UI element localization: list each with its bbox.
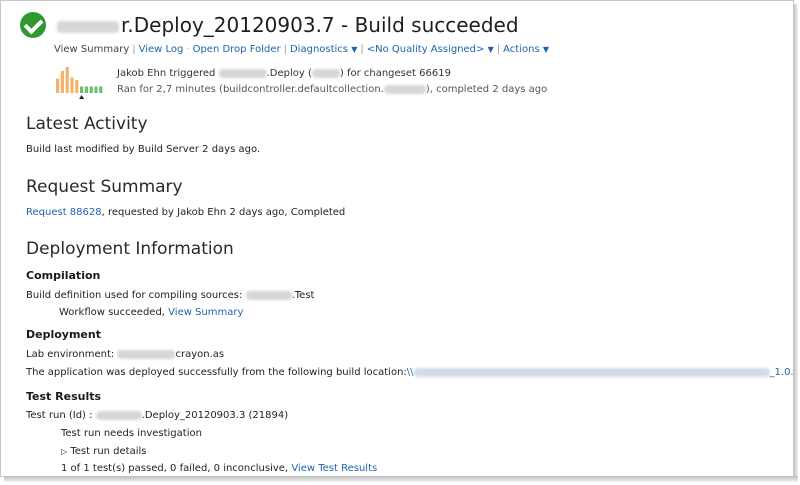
redacted-text <box>218 68 267 78</box>
deployment-status-text: The application was deployed successfull… <box>26 367 407 378</box>
test-run-details-label: Test run details <box>70 446 147 457</box>
view-summary-link[interactable]: View Summary <box>168 307 243 318</box>
diagnostics-menu[interactable]: Diagnostics <box>290 44 348 55</box>
build-title-text: r.Deploy_20120903.7 - Build succeeded <box>121 13 519 37</box>
build-definition-label: Build definition used for compiling sour… <box>26 290 243 301</box>
build-definition-value: .Test <box>291 290 315 301</box>
build-history-bar[interactable] <box>65 67 69 93</box>
build-history-bar[interactable] <box>75 80 79 93</box>
workflow-line: Workflow succeeded, View Summary <box>59 307 243 318</box>
build-history-bar[interactable] <box>84 86 88 94</box>
view-log-link[interactable]: View Log <box>139 44 184 55</box>
deployment-information-heading: Deployment Information <box>26 239 234 259</box>
build-succeeded-icon <box>20 12 46 38</box>
separator: | <box>283 44 287 55</box>
deployment-location-line: The application was deployed successfull… <box>26 367 793 378</box>
build-summary-window: r.Deploy_20120903.7 - Build succeeded Vi… <box>0 0 794 477</box>
lab-environment-value: crayon.as <box>175 349 225 360</box>
workflow-status: Workflow succeeded, <box>59 307 165 318</box>
chevron-down-icon[interactable]: ▼ <box>488 45 494 54</box>
redacted-text <box>413 367 770 377</box>
lab-environment-line: Lab environment: crayon.as <box>26 349 224 360</box>
lab-environment-label: Lab environment: <box>26 349 115 360</box>
build-history-bar[interactable] <box>56 78 60 93</box>
redacted-text <box>95 410 142 420</box>
expand-triangle-icon[interactable]: ▷ <box>61 447 67 456</box>
build-history-bar[interactable] <box>99 86 103 94</box>
build-history-bar[interactable] <box>70 77 74 93</box>
completed-text: ), completed 2 days ago <box>425 84 548 95</box>
test-summary-line: 1 of 1 test(s) passed, 0 failed, 0 incon… <box>61 463 377 474</box>
window-shadow <box>4 476 798 482</box>
build-title: r.Deploy_20120903.7 - Build succeeded <box>57 13 519 37</box>
test-run-details-toggle[interactable]: ▷ Test run details <box>61 446 147 457</box>
build-history-bar[interactable] <box>94 86 98 94</box>
redacted-text <box>311 68 340 78</box>
request-summary-line: Request 88628, requested by Jakob Ehn 2 … <box>26 207 345 218</box>
latest-activity-text: Build last modified by Build Server 2 da… <box>26 144 261 155</box>
deployment-heading: Deployment <box>26 328 101 341</box>
build-location-link[interactable]: \\ _1.0.23.0 <box>406 367 793 378</box>
view-test-results-link[interactable]: View Test Results <box>291 463 377 474</box>
request-summary-heading: Request Summary <box>26 177 183 197</box>
build-history-bar[interactable] <box>60 70 64 93</box>
test-results-heading: Test Results <box>26 390 102 403</box>
actions-menu[interactable]: Actions <box>503 44 540 55</box>
open-drop-folder-link[interactable]: Open Drop Folder <box>193 44 281 55</box>
quality-menu[interactable]: <No Quality Assigned> <box>367 44 485 55</box>
triggered-by-text: Jakob Ehn triggered <box>117 68 216 79</box>
build-toolbar: View Summary | View Log · Open Drop Folder | D… <box>54 44 549 55</box>
request-details-text: , requested by Jakob Ehn 2 days ago, Com… <box>101 207 346 218</box>
chevron-down-icon[interactable]: ▼ <box>543 45 549 54</box>
build-history-chart[interactable] <box>55 65 109 101</box>
triggered-by-line: Jakob Ehn triggered .Deploy () for chang… <box>117 68 451 79</box>
build-definition-text: .Deploy ( <box>266 68 312 79</box>
separator: · <box>186 44 190 55</box>
test-summary-text: 1 of 1 test(s) passed, 0 failed, 0 incon… <box>61 463 289 474</box>
test-run-value: .Deploy_20120903.3 (21894) <box>141 410 289 421</box>
separator: | <box>360 44 364 55</box>
build-location-suffix: _1.0.23.0 <box>769 367 793 378</box>
redacted-text <box>245 290 292 300</box>
separator: | <box>496 44 501 55</box>
redacted-text <box>383 84 426 94</box>
compilation-heading: Compilation <box>26 269 101 282</box>
changeset-text: for changeset 66619 <box>346 68 451 79</box>
redacted-text <box>117 349 176 359</box>
ran-for-line: Ran for 2,7 minutes (buildcontroller.def… <box>117 84 547 95</box>
separator: | <box>132 44 136 55</box>
ran-for-text: Ran for 2,7 minutes (buildcontroller.def… <box>117 84 384 95</box>
redacted-text <box>57 20 119 33</box>
latest-activity-heading: Latest Activity <box>26 114 148 134</box>
chevron-down-icon[interactable]: ▼ <box>351 45 357 54</box>
build-history-bar[interactable] <box>80 86 84 94</box>
test-run-label: Test run (Id) : <box>26 410 93 421</box>
build-history-bar[interactable] <box>89 86 93 94</box>
window-shadow <box>793 4 798 479</box>
build-location-prefix: \\ <box>406 367 414 378</box>
current-build-marker-icon <box>79 95 85 99</box>
test-investigation-text: Test run needs investigation <box>61 428 202 439</box>
view-summary-link[interactable]: View Summary <box>54 44 129 55</box>
test-run-line: Test run (Id) : .Deploy_20120903.3 (2189… <box>26 410 288 421</box>
request-link[interactable]: Request 88628 <box>26 207 102 218</box>
build-definition-line: Build definition used for compiling sour… <box>26 290 314 301</box>
